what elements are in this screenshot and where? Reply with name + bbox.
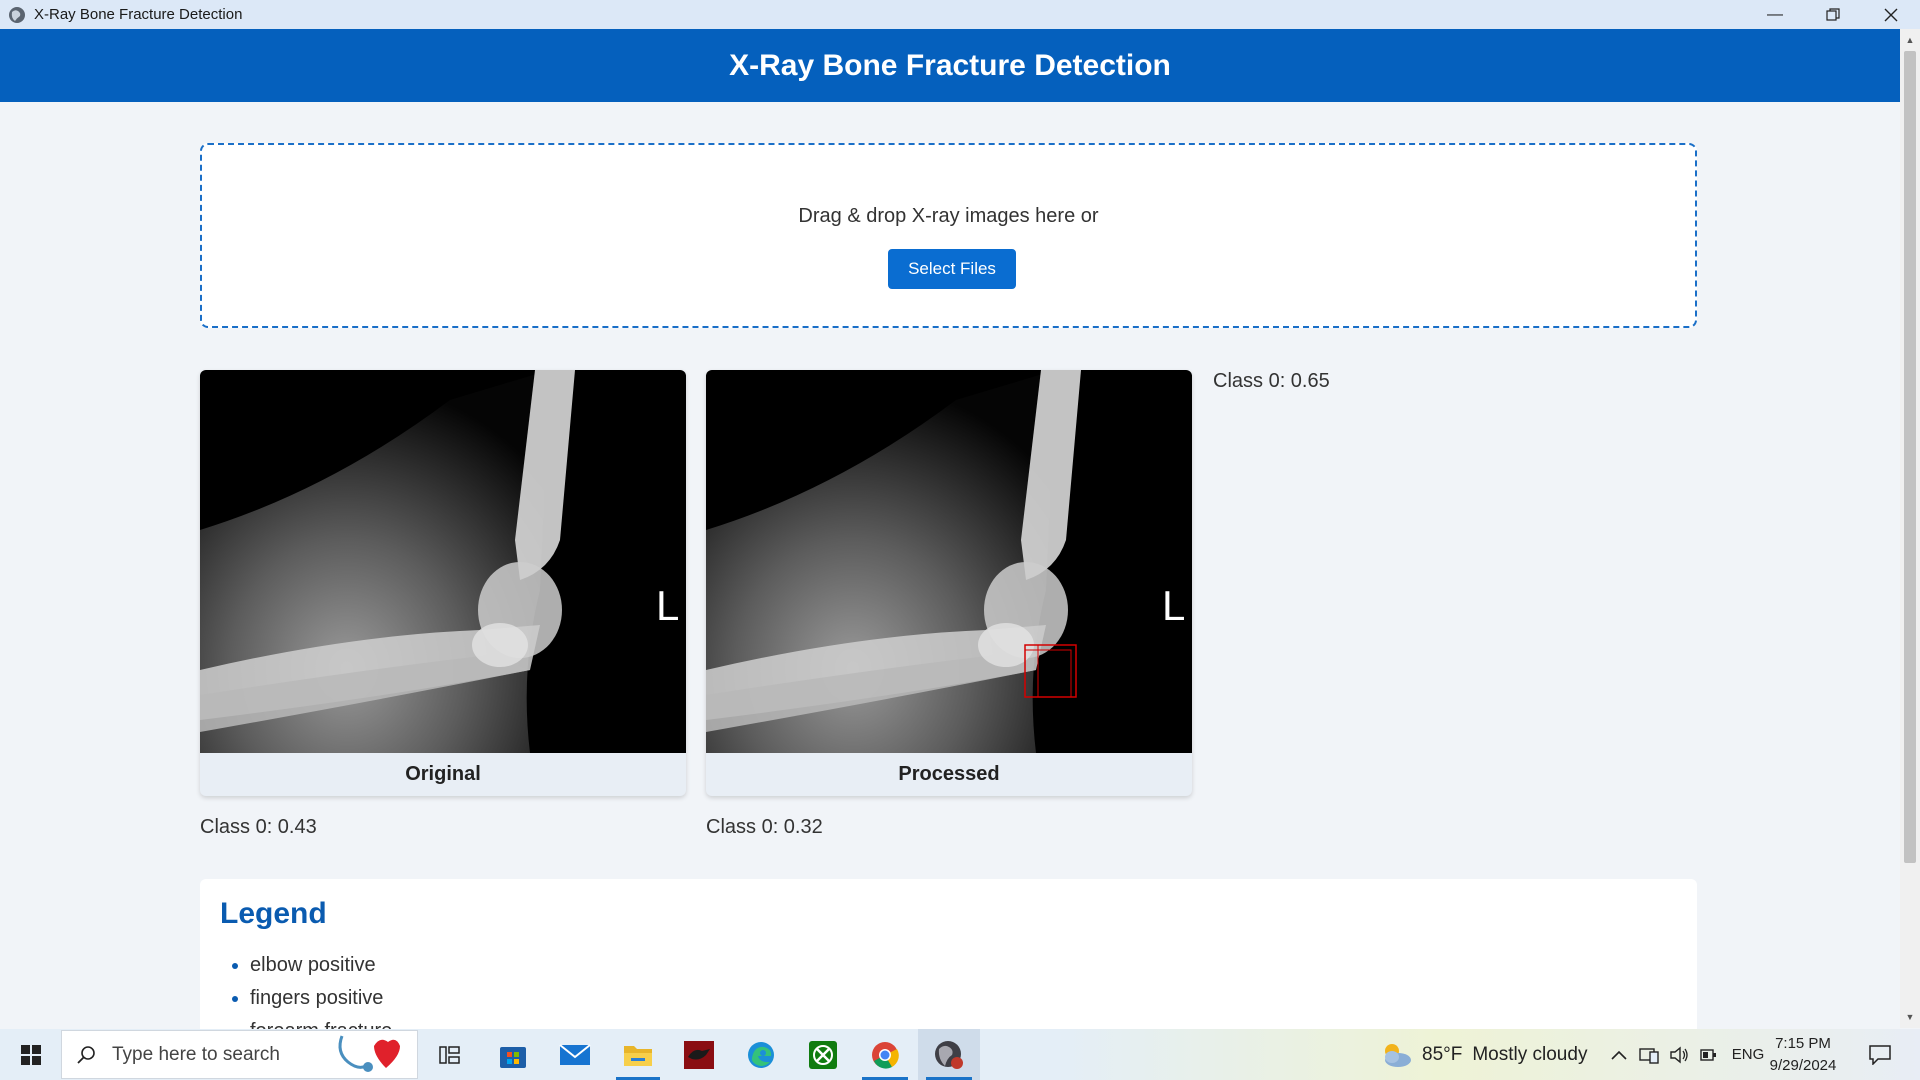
page-title: X-Ray Bone Fracture Detection [729,48,1171,82]
xbox-icon [809,1040,837,1069]
legend-item: elbow positive [250,949,392,982]
device-icon [1639,1047,1659,1064]
weather-temperature: 85°F [1422,1043,1463,1065]
xbox-button[interactable] [798,1029,848,1080]
notifications-button[interactable] [1860,1029,1900,1080]
task-view-button[interactable] [428,1029,472,1080]
window-title: X-Ray Bone Fracture Detection [34,6,243,23]
legend-item: fingers positive [250,982,392,1015]
speaker-icon [1670,1046,1688,1063]
network-button[interactable] [1696,1029,1722,1080]
app-globe-icon [9,6,25,23]
cloudy-weather-icon [1385,1043,1411,1067]
vertical-scrollbar[interactable]: ▲ ▼ [1900,29,1920,1028]
search-icon [77,1045,95,1064]
task-view-icon [439,1045,460,1064]
globe-app-icon [935,1040,963,1069]
device-tray-button[interactable] [1636,1029,1662,1080]
minimize-button[interactable]: — [1746,0,1804,29]
store-button[interactable] [488,1029,538,1080]
original-caption: Original [405,763,481,785]
language-label: ENG [1731,1046,1765,1063]
taskbar: 85°F Mostly cloudy ENG 7:15 PM 9/29/2024 [0,1029,1920,1080]
red-app-button[interactable] [674,1029,724,1080]
laterality-marker: L [656,582,679,629]
processed-image-card: L Processed [706,370,1192,796]
chrome-icon [872,1041,899,1069]
mail-button[interactable] [550,1029,600,1080]
show-hidden-icons-button[interactable] [1606,1029,1632,1080]
language-indicator[interactable]: ENG [1728,1029,1768,1080]
legend-list: elbow positive fingers positive forearm … [200,949,392,1039]
folder-icon [624,1045,652,1066]
upload-dropzone[interactable]: Drag & drop X-ray images here or Select … [200,143,1697,328]
scrollbar-thumb[interactable] [1904,51,1916,863]
clock-time: 7:15 PM [1775,1035,1831,1052]
restore-icon [1826,7,1840,21]
laterality-marker: L [1162,582,1185,629]
weather-condition: Mostly cloudy [1472,1043,1588,1065]
windows-logo-icon [20,1044,41,1065]
window-titlebar: X-Ray Bone Fracture Detection — [0,0,1920,29]
select-files-button[interactable]: Select Files [888,249,1016,289]
health-heart-icon [338,1035,400,1072]
processed-class-score: Class 0: 0.32 [706,816,823,838]
weather-widget[interactable]: 85°F Mostly cloudy [1378,1029,1608,1080]
app-header: X-Ray Bone Fracture Detection [0,29,1900,102]
side-class-score: Class 0: 0.65 [1213,370,1330,392]
chrome-button[interactable] [858,1029,912,1080]
original-image-card: L Original [200,370,686,796]
original-class-score: Class 0: 0.43 [200,816,317,838]
close-button[interactable] [1862,0,1920,29]
file-explorer-button[interactable] [612,1029,664,1080]
processed-caption: Processed [898,763,1000,785]
legend-title: Legend [220,897,327,930]
taskbar-clock[interactable]: 7:15 PM 9/29/2024 [1768,1033,1838,1077]
red-app-icon [684,1040,714,1069]
restore-button[interactable] [1804,0,1862,29]
upload-prompt: Drag & drop X-ray images here or [798,205,1099,227]
taskbar-search[interactable] [61,1030,418,1079]
original-xray-image: L [200,370,686,753]
microsoft-store-icon [500,1046,526,1068]
volume-button[interactable] [1666,1029,1692,1080]
clock-date: 9/29/2024 [1769,1057,1837,1074]
start-button[interactable] [0,1029,61,1080]
scroll-down-arrow-icon[interactable]: ▼ [1900,1008,1920,1026]
scroll-up-arrow-icon[interactable]: ▲ [1900,31,1920,49]
chevron-up-icon [1611,1050,1627,1060]
notification-icon [1869,1044,1891,1065]
edge-button[interactable] [736,1029,786,1080]
active-app-button[interactable] [918,1029,980,1080]
edge-icon [748,1041,774,1068]
battery-icon [1700,1048,1716,1061]
search-input[interactable] [110,1042,334,1067]
close-icon [1884,8,1898,21]
mail-icon [559,1043,591,1065]
legend-panel: Legend elbow positive fingers positive f… [200,879,1697,1039]
processed-xray-image: L [706,370,1192,753]
